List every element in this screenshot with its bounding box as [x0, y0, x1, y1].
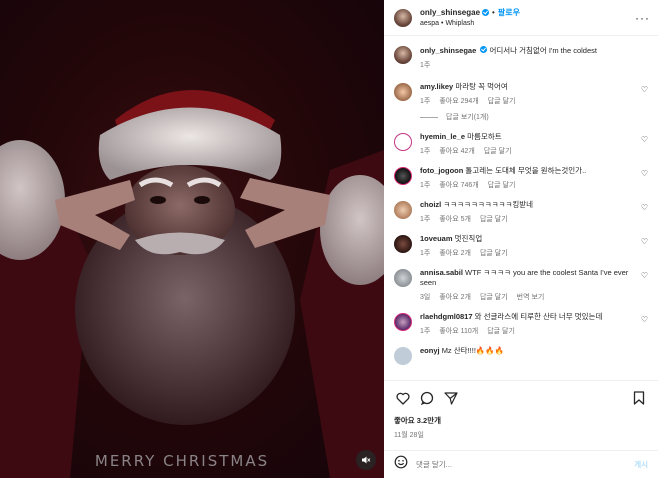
- comment-time[interactable]: 1주: [420, 214, 430, 224]
- avatar[interactable]: [394, 269, 412, 287]
- comment-item: 1oveuam 멋진직업 1주 좋아요 2개 답글 달기 ♡: [394, 234, 650, 258]
- avatar[interactable]: [394, 133, 412, 151]
- comment-item: choizl ㅋㅋㅋㅋㅋㅋㅋㅋㅋㅋ킹받네 1주 좋아요 5개 답글 달기 ♡: [394, 200, 650, 224]
- comment-username[interactable]: annisa.sabil: [420, 268, 463, 277]
- view-replies-button[interactable]: 답글 보기(1개): [420, 112, 650, 122]
- avatar[interactable]: [394, 235, 412, 253]
- comment-item: hyemin_le_e 마름모하트 1주 좋아요 42개 답글 달기 ♡: [394, 132, 650, 156]
- post-modal: MERRY CHRISTMAS only_shinsegae • 팔로우 aes…: [0, 0, 658, 478]
- comment-likes[interactable]: 좋아요 2개: [439, 292, 471, 302]
- comment-likes[interactable]: 좋아요 294개: [439, 96, 478, 106]
- avatar[interactable]: [394, 46, 412, 64]
- author-username[interactable]: only_shinsegae: [420, 7, 480, 18]
- comment-username[interactable]: amy.likey: [420, 82, 453, 91]
- post-sidebar: only_shinsegae • 팔로우 aespa • Whiplash ··…: [384, 0, 658, 478]
- avatar[interactable]: [394, 347, 412, 365]
- reply-button[interactable]: 답글 달기: [488, 180, 516, 190]
- comment-username[interactable]: 1oveuam: [420, 234, 453, 243]
- comment-time[interactable]: 1주: [420, 180, 430, 190]
- audio-info[interactable]: aespa • Whiplash: [420, 18, 635, 29]
- comment-item: rlaehdgml0817 와 선글라스에 티루한 산타 너무 멋있는데 1주 …: [394, 312, 650, 336]
- post-comment-button[interactable]: 게시: [634, 459, 648, 470]
- heart-icon[interactable]: [394, 389, 412, 407]
- comment-username[interactable]: foto_jogoon: [420, 166, 463, 175]
- post-caption: only_shinsegae 어디서나 거침없어 I'm the coldest…: [394, 46, 650, 70]
- comment-username[interactable]: choizl: [420, 200, 441, 209]
- heart-icon[interactable]: ♡: [641, 237, 648, 246]
- caption-time[interactable]: 1주: [420, 60, 430, 70]
- comment-text: 와 선글라스에 티루한 산타 너무 멋있는데: [474, 312, 603, 321]
- heart-icon[interactable]: ♡: [641, 135, 648, 144]
- avatar[interactable]: [394, 201, 412, 219]
- comments-list[interactable]: only_shinsegae 어디서나 거침없어 I'm the coldest…: [384, 36, 658, 380]
- post-header: only_shinsegae • 팔로우 aespa • Whiplash ··…: [384, 0, 658, 36]
- comment-likes[interactable]: 좋아요 2개: [439, 248, 471, 258]
- comment-text: ㅋㅋㅋㅋㅋㅋㅋㅋㅋㅋ킹받네: [443, 200, 534, 209]
- translate-button[interactable]: 번역 보기: [517, 292, 545, 302]
- bookmark-icon[interactable]: [630, 389, 648, 407]
- heart-icon[interactable]: ♡: [641, 203, 648, 212]
- heart-icon[interactable]: ♡: [641, 315, 648, 324]
- santa-video-frame: [0, 90, 384, 478]
- comment-text: 마름모하트: [467, 132, 502, 141]
- avatar[interactable]: [394, 8, 412, 27]
- comment-composer: 게시: [384, 450, 658, 478]
- separator: •: [492, 7, 495, 17]
- heart-icon[interactable]: ♡: [641, 271, 648, 280]
- comment-likes[interactable]: 좋아요 110개: [439, 326, 478, 336]
- comment-item: annisa.sabil WTF ㅋㅋㅋㅋ you are the cooles…: [394, 268, 650, 302]
- post-actions: 좋아요 3.2만개 11월 28일: [384, 380, 658, 440]
- reply-button[interactable]: 답글 달기: [484, 146, 512, 156]
- comment-time[interactable]: 1주: [420, 146, 430, 156]
- comment-username[interactable]: rlaehdgml0817: [420, 312, 473, 321]
- avatar[interactable]: [394, 167, 412, 185]
- reply-button[interactable]: 답글 달기: [487, 326, 515, 336]
- reply-button[interactable]: 답글 달기: [480, 214, 508, 224]
- speaker-muted-icon[interactable]: [356, 450, 376, 470]
- audio-artist: aespa: [420, 19, 440, 27]
- heart-icon[interactable]: ♡: [641, 169, 648, 178]
- comment-input[interactable]: [416, 460, 635, 469]
- comment-item: foto_jogoon 톨고레는 도대체 무엇을 원하는것인가.. 1주 좋아요…: [394, 166, 650, 190]
- comment-time[interactable]: 1주: [420, 326, 430, 336]
- reply-button[interactable]: 답글 달기: [488, 96, 516, 106]
- more-options-button[interactable]: ···: [635, 11, 650, 25]
- verified-badge-icon: [480, 46, 488, 53]
- likes-count[interactable]: 좋아요 3.2만개: [394, 415, 648, 426]
- avatar[interactable]: [394, 313, 412, 331]
- separator: •: [441, 19, 444, 27]
- reply-button[interactable]: 답글 달기: [480, 248, 508, 258]
- avatar[interactable]: [394, 83, 412, 101]
- comment-time[interactable]: 1주: [420, 96, 430, 106]
- heart-icon[interactable]: ♡: [641, 85, 648, 94]
- send-icon[interactable]: [442, 389, 460, 407]
- comment-username[interactable]: eonyj: [420, 346, 440, 355]
- comment-likes[interactable]: 좋아요 5개: [439, 214, 471, 224]
- verified-badge-icon: [482, 8, 490, 16]
- comment-time[interactable]: 1주: [420, 248, 430, 258]
- post-date[interactable]: 11월 28일: [394, 430, 648, 440]
- merry-christmas-text: MERRY CHRISTMAS: [94, 452, 270, 470]
- caption-text: 어디서나 거침없어 I'm the coldest: [489, 46, 597, 55]
- caption-username[interactable]: only_shinsegae: [420, 46, 476, 55]
- comment-text: 멋진직업: [454, 234, 483, 243]
- post-media[interactable]: MERRY CHRISTMAS: [0, 0, 384, 478]
- view-replies-label: 답글 보기(1개): [446, 114, 489, 121]
- comment-text: Mz 산타!!!!🔥🔥🔥: [441, 346, 504, 355]
- comment-time[interactable]: 3일: [420, 292, 430, 302]
- comment-likes[interactable]: 좋아요 42개: [439, 146, 475, 156]
- comment-likes[interactable]: 좋아요 746개: [439, 180, 478, 190]
- comment-item: eonyj Mz 산타!!!!🔥🔥🔥: [394, 346, 650, 365]
- reply-button[interactable]: 답글 달기: [480, 292, 508, 302]
- comment-icon[interactable]: [418, 389, 436, 407]
- smiley-icon[interactable]: [394, 455, 408, 474]
- audio-track: Whiplash: [445, 19, 475, 27]
- comment-text: 톨고레는 도대체 무엇을 원하는것인가..: [465, 166, 587, 175]
- comment-username[interactable]: hyemin_le_e: [420, 132, 465, 141]
- comment-item: amy.likey 마라탕 꼭 먹어여 1주 좋아요 294개 답글 달기 답글…: [394, 82, 650, 122]
- follow-button[interactable]: 팔로우: [498, 7, 520, 18]
- comment-text: 마라탕 꼭 먹어여: [455, 82, 508, 91]
